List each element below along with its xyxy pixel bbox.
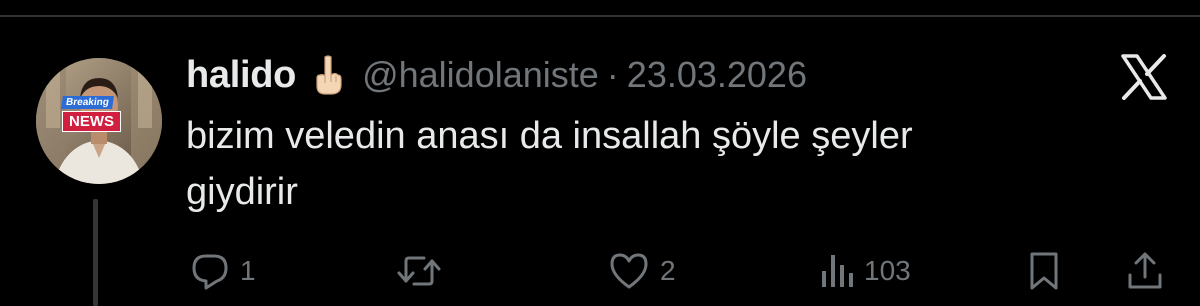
top-divider — [0, 15, 1200, 17]
reply-icon — [190, 251, 230, 291]
post-header: halido @halidolaniste · 23.03.2026 — [186, 50, 807, 100]
repost-button[interactable] — [396, 248, 452, 294]
action-bar: 1 2 103 — [0, 248, 1200, 294]
breaking-news-badge: Breaking NEWS — [61, 92, 128, 132]
x-logo-icon — [1120, 54, 1168, 100]
heart-icon — [608, 251, 650, 291]
share-button[interactable] — [1126, 248, 1164, 294]
post-text: bizim veledin anası da insallah şöyle şe… — [186, 115, 913, 213]
separator-dot: · — [606, 54, 619, 95]
views-icon — [818, 251, 854, 291]
user-handle[interactable]: @halidolaniste — [362, 54, 599, 96]
repost-icon — [396, 251, 442, 291]
display-name[interactable]: halido — [186, 54, 296, 97]
avatar[interactable]: Breaking NEWS — [36, 58, 162, 184]
views-button[interactable]: 103 — [818, 248, 911, 294]
reply-button[interactable]: 1 — [190, 248, 256, 294]
post-date[interactable]: 23.03.2026 — [627, 54, 807, 96]
like-count: 2 — [660, 255, 676, 286]
badge-top-label: Breaking — [61, 96, 114, 109]
reply-count: 1 — [240, 255, 256, 286]
bookmark-button[interactable] — [1026, 248, 1062, 294]
share-icon — [1126, 251, 1164, 291]
views-count: 103 — [864, 255, 911, 286]
pointing-up-emoji-icon — [306, 53, 350, 97]
badge-bottom-label: NEWS — [62, 111, 121, 132]
like-button[interactable]: 2 — [608, 248, 676, 294]
bookmark-icon — [1026, 251, 1062, 291]
